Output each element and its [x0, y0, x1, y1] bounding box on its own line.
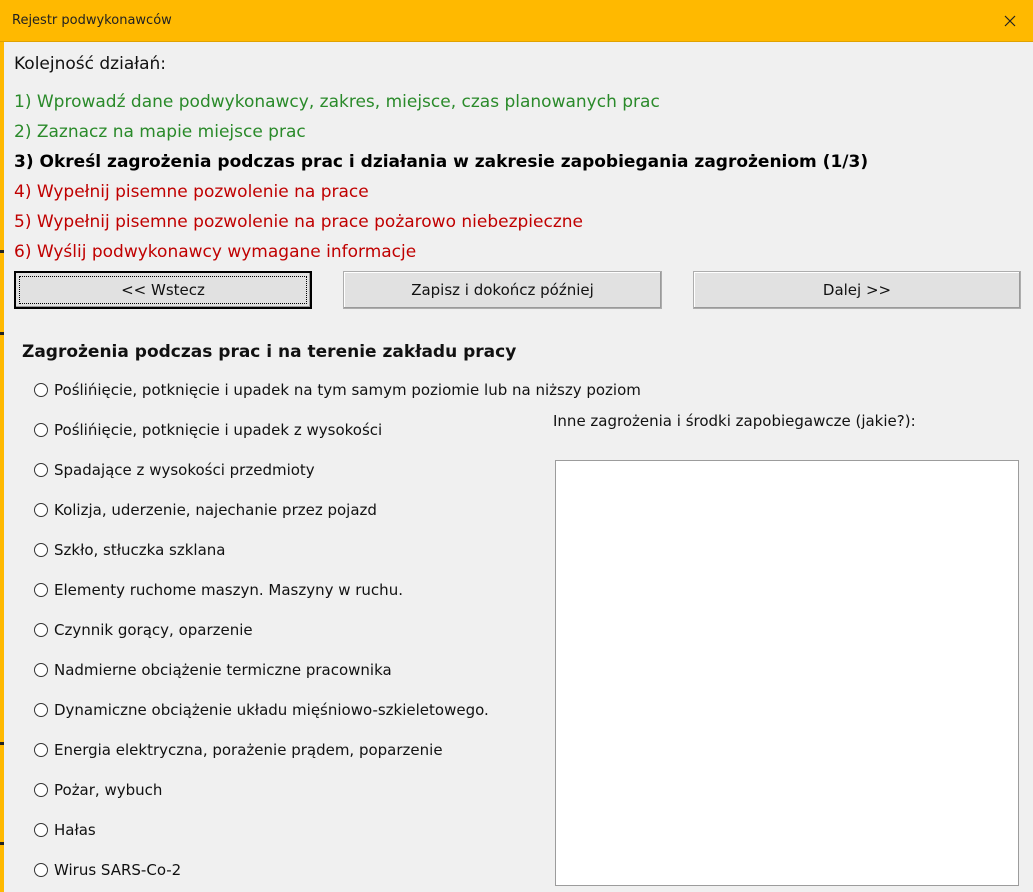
- next-button[interactable]: Dalej >>: [693, 271, 1021, 309]
- other-hazards-textarea[interactable]: [555, 460, 1019, 886]
- radio-icon[interactable]: [34, 623, 48, 637]
- window-left-edge: [0, 42, 4, 892]
- save-later-button-label: Zapisz i dokończ później: [411, 281, 594, 299]
- title-bar: Rejestr podwykonawców: [0, 0, 1033, 42]
- hazard-option[interactable]: Pożar, wybuch: [34, 779, 162, 801]
- step-4: 4) Wypełnij pisemne pozwolenie na prace: [14, 182, 369, 202]
- hazard-label: Elementy ruchome maszyn. Maszyny w ruchu…: [54, 581, 403, 599]
- hazard-option[interactable]: Kolizja, uderzenie, najechanie przez poj…: [34, 499, 377, 521]
- hazard-option[interactable]: Dynamiczne obciążenie układu mięśniowo-s…: [34, 699, 489, 721]
- step-2: 2) Zaznacz na mapie miejsce prac: [14, 122, 306, 142]
- window-title: Rejestr podwykonawców: [12, 13, 172, 28]
- hazard-label: Wirus SARS-Co-2: [54, 861, 182, 879]
- hazard-option[interactable]: Szkło, stłuczka szklana: [34, 539, 225, 561]
- radio-icon[interactable]: [34, 383, 48, 397]
- hazard-option[interactable]: Poślińięcie, potknięcie i upadek z wysok…: [34, 419, 382, 441]
- hazard-option[interactable]: Elementy ruchome maszyn. Maszyny w ruchu…: [34, 579, 403, 601]
- hazard-label: Energia elektryczna, porażenie prądem, p…: [54, 741, 443, 759]
- radio-icon[interactable]: [34, 543, 48, 557]
- hazard-label: Czynnik gorący, oparzenie: [54, 621, 253, 639]
- save-later-button[interactable]: Zapisz i dokończ później: [343, 271, 662, 309]
- hazard-label: Spadające z wysokości przedmioty: [54, 461, 315, 479]
- next-button-label: Dalej >>: [822, 281, 892, 299]
- hazard-option[interactable]: Wirus SARS-Co-2: [34, 859, 181, 881]
- radio-icon[interactable]: [34, 583, 48, 597]
- hazard-option[interactable]: Czynnik gorący, oparzenie: [34, 619, 253, 641]
- hazard-option[interactable]: Spadające z wysokości przedmioty: [34, 459, 315, 481]
- hazard-label: Poślińięcie, potknięcie i upadek z wysok…: [54, 421, 383, 439]
- radio-icon[interactable]: [34, 863, 48, 877]
- order-title: Kolejność działań:: [14, 54, 166, 74]
- radio-icon[interactable]: [34, 503, 48, 517]
- radio-icon[interactable]: [34, 823, 48, 837]
- back-button[interactable]: << Wstecz: [14, 271, 312, 309]
- hazard-label: Hałas: [54, 821, 96, 839]
- close-icon: [1004, 15, 1016, 27]
- radio-icon[interactable]: [34, 743, 48, 757]
- step-5: 5) Wypełnij pisemne pozwolenie na prace …: [14, 212, 583, 232]
- hazard-label: Dynamiczne obciążenie układu mięśniowo-s…: [54, 701, 489, 719]
- radio-icon[interactable]: [34, 423, 48, 437]
- hazard-option[interactable]: Energia elektryczna, porażenie prądem, p…: [34, 739, 443, 761]
- hazards-title: Zagrożenia podczas prac i na terenie zak…: [22, 342, 517, 362]
- hazard-label: Poślińięcie, potknięcie i upadek na tym …: [54, 381, 641, 399]
- radio-icon[interactable]: [34, 703, 48, 717]
- hazard-option[interactable]: Poślińięcie, potknięcie i upadek na tym …: [34, 379, 641, 401]
- hazard-label: Szkło, stłuczka szklana: [54, 541, 226, 559]
- other-hazards-label: Inne zagrożenia i środki zapobiegawcze (…: [553, 412, 916, 430]
- step-1: 1) Wprowadź dane podwykonawcy, zakres, m…: [14, 92, 660, 112]
- radio-icon[interactable]: [34, 463, 48, 477]
- step-3: 3) Określ zagrożenia podczas prac i dzia…: [14, 152, 869, 172]
- radio-icon[interactable]: [34, 783, 48, 797]
- close-button[interactable]: [987, 0, 1033, 42]
- hazard-option[interactable]: Nadmierne obciążenie termiczne pracownik…: [34, 659, 392, 681]
- focus-rect: [19, 276, 307, 304]
- hazard-label: Kolizja, uderzenie, najechanie przez poj…: [54, 501, 377, 519]
- step-6: 6) Wyślij podwykonawcy wymagane informac…: [14, 242, 417, 262]
- radio-icon[interactable]: [34, 663, 48, 677]
- hazard-label: Pożar, wybuch: [54, 781, 163, 799]
- hazard-label: Nadmierne obciążenie termiczne pracownik…: [54, 661, 392, 679]
- hazard-option[interactable]: Hałas: [34, 819, 96, 841]
